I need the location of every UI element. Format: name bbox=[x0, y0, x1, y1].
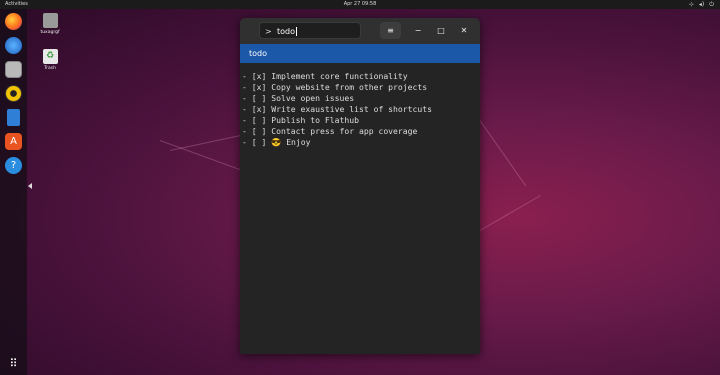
editor-line: - [ ] 😎 Enjoy bbox=[242, 137, 311, 147]
minimize-icon: − bbox=[414, 26, 422, 35]
network-icon: ⊹ bbox=[688, 1, 694, 8]
search-result-label: todo bbox=[249, 49, 268, 58]
dock-indicator bbox=[28, 183, 32, 189]
editor-line: - [x] Write exaustive list of shortcuts bbox=[242, 104, 433, 114]
editor-line: - [ ] Publish to Flathub bbox=[242, 115, 359, 125]
power-icon: ⏻ bbox=[709, 1, 714, 8]
desktop-item[interactable]: tuxagrgf bbox=[38, 13, 62, 35]
trash-icon: ♻ bbox=[42, 49, 58, 64]
maximize-icon: □ bbox=[437, 26, 445, 35]
desktop-item-label: Trash bbox=[44, 66, 56, 71]
software-icon[interactable]: A bbox=[5, 133, 22, 150]
help-icon[interactable]: ? bbox=[5, 157, 22, 174]
menu-button[interactable]: ≡ bbox=[380, 22, 401, 39]
editor-line: - [x] Implement core functionality bbox=[242, 71, 408, 81]
chevron-right-icon: > bbox=[265, 27, 272, 36]
search-result-item[interactable]: todo bbox=[240, 44, 480, 63]
close-icon: ✕ bbox=[460, 26, 468, 35]
bg-streak bbox=[479, 120, 527, 187]
writer-icon[interactable] bbox=[7, 109, 20, 126]
maximize-button[interactable]: □ bbox=[433, 22, 449, 39]
hamburger-icon: ≡ bbox=[387, 26, 394, 35]
rhythmbox-icon[interactable] bbox=[5, 85, 22, 102]
text-editor[interactable]: - [x] Implement core functionality - [x]… bbox=[240, 71, 480, 148]
header-bar: > todo ≡ − □ ✕ bbox=[240, 18, 480, 44]
thunderbird-icon[interactable] bbox=[5, 37, 22, 54]
dock: A ? ⠿ bbox=[0, 9, 27, 375]
editor-line: - [ ] Solve open issues bbox=[242, 93, 355, 103]
system-tray[interactable]: ⊹ ◂) ⏻ bbox=[689, 0, 714, 9]
minimize-button[interactable]: − bbox=[410, 22, 426, 39]
search-value: todo bbox=[277, 27, 296, 36]
drive-icon bbox=[42, 13, 58, 28]
desktop-item-label: tuxagrgf bbox=[40, 30, 60, 35]
editor-line: - [x] Copy website from other projects bbox=[242, 82, 428, 92]
close-button[interactable]: ✕ bbox=[456, 22, 472, 39]
editor-line: - [ ] Contact press for app coverage bbox=[242, 126, 418, 136]
desktop-item[interactable]: ♻ Trash bbox=[38, 49, 62, 71]
volume-icon: ◂) bbox=[698, 1, 705, 8]
files-icon[interactable] bbox=[5, 61, 22, 78]
firefox-icon[interactable] bbox=[5, 13, 22, 30]
text-caret bbox=[296, 27, 298, 36]
app-window: > todo ≡ − □ ✕ todo - [x] Implement core… bbox=[240, 18, 480, 354]
search-input[interactable]: > todo bbox=[259, 22, 361, 39]
apps-grid-icon[interactable]: ⠿ bbox=[5, 355, 22, 372]
bg-streak bbox=[479, 195, 541, 231]
top-bar: Activities Apr 27 09:58 ⊹ ◂) ⏻ bbox=[0, 0, 720, 9]
clock[interactable]: Apr 27 09:58 bbox=[0, 0, 720, 9]
